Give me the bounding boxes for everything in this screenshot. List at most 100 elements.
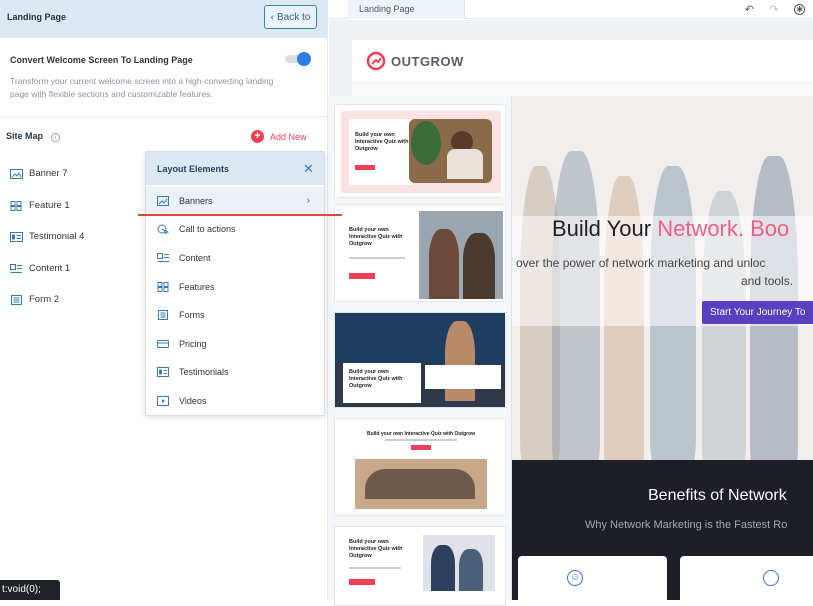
dropdown-item-pricing[interactable]: Pricing [146,330,324,358]
template-side-box [425,365,501,389]
benefit-card [680,556,813,606]
sitemap-item-label: Banner 7 [29,168,68,179]
cursor-click-icon [157,224,169,234]
divider [0,116,328,117]
content-icon [157,253,169,262]
banner-template-card[interactable]: Build your own Interactive Quiz with Out… [334,204,506,302]
tab-label: Landing Page [359,4,415,14]
banner-template-card[interactable]: Build your own Interactive Quiz with Out… [334,418,506,516]
chevron-right-icon: › [306,195,310,206]
plus-icon: + [251,130,264,143]
dropdown-item-label: Pricing [179,339,207,349]
dropdown-item-label: Banners [179,196,213,206]
benefits-subtitle: Why Network Marketing is the Fastest Ro [585,519,788,531]
add-new-button[interactable]: + Add New [251,130,307,143]
sitemap-item-label: Content 1 [29,263,71,274]
sitemap-item-label: Testimonial 4 [29,231,85,242]
dropdown-item-label: Content [179,253,211,263]
dropdown-item-features[interactable]: Features [146,273,324,301]
template-photo [355,459,487,509]
testimonial-icon [157,367,169,377]
pricing-card-icon [157,340,169,348]
hero-title-part: Build Your [552,216,658,241]
photo-person [463,233,495,299]
sitemap-item-label: Form 2 [29,294,60,305]
redo-icon[interactable]: ↷ [769,3,778,16]
banner-template-card[interactable]: Build your own Interactive Quiz with Out… [334,312,506,408]
template-button [355,165,375,170]
template-photo [423,535,495,591]
back-button[interactable]: ‹ Back to [264,5,317,29]
sitemap-label: Site Map [6,131,44,141]
video-icon [157,396,169,406]
hero-title: Build Your Network. Boo [552,216,789,242]
hero-subtitle: over the power of network marketing and … [516,256,766,270]
photo-group [365,469,475,499]
info-icon[interactable]: i [51,133,60,142]
undo-icon[interactable]: ↶ [745,3,754,16]
chevron-left-icon: ‹ [270,11,274,23]
drop-indicator-line [138,214,342,216]
dropdown-title: Layout Elements [157,164,230,174]
dropdown-item-content[interactable]: Content [146,244,324,272]
template-button [411,445,431,450]
back-button-label: Back to [276,11,311,23]
template-button [349,579,375,585]
banner-template-card[interactable]: Build your own Interactive Quiz with Out… [334,104,506,198]
hero-subtitle-line2: and tools. [741,274,794,288]
convert-description: Transform your current welcome screen in… [10,76,274,99]
template-text-line [385,439,457,441]
sitemap-item-banner[interactable]: Banner 7 [10,168,68,179]
smile-icon: ☺ [567,570,583,586]
form-icon [158,310,168,320]
hero-title-highlight: Network. Boo [657,216,790,241]
dropdown-item-label: Videos [179,396,207,406]
template-heading: Build your own Interactive Quiz with Out… [349,369,403,389]
content-icon [10,263,22,273]
panel-title: Landing Page [7,12,67,22]
add-new-label: Add New [270,131,307,142]
benefit-card: ☺ [518,556,667,606]
accessibility-icon[interactable]: ✱ [794,4,806,15]
dropdown-item-call-to-actions[interactable]: Call to actions [146,215,324,243]
convert-toggle[interactable] [285,52,311,66]
benefits-title: Benefits of Network [648,487,787,504]
hero-cta-button[interactable]: Start Your Journey To [702,301,813,324]
template-text-line [349,257,405,259]
status-tooltip: t:void(0); [0,580,60,600]
layout-elements-dropdown: Layout Elements ✕ Banners › Call to acti… [145,151,325,416]
toggle-knob [297,52,311,66]
toolbar-actions: ↶ ↷ ✱ [737,0,813,19]
convert-title: Convert Welcome Screen To Landing Page [10,55,193,65]
template-heading: Build your own Interactive Quiz with Out… [355,132,409,152]
sitemap-item-form[interactable]: Form 2 [10,294,59,305]
dropdown-item-banners[interactable]: Banners › [146,187,324,215]
template-heading: Build your own Interactive Quiz with Out… [349,227,403,247]
dropdown-item-testimonials[interactable]: Testimonials [146,358,324,386]
sitemap-item-label: Feature 1 [29,200,70,211]
template-heading: Build your own Interactive Quiz with Out… [366,431,476,437]
form-icon [11,294,22,305]
sitemap-item-content[interactable]: Content 1 [10,263,70,274]
photo-person [429,229,459,299]
template-heading: Build your own Interactive Quiz with Out… [349,539,403,559]
feature-grid-icon [157,282,169,292]
dropdown-item-forms[interactable]: Forms [146,301,324,329]
banner-icon [10,168,23,179]
dropdown-item-videos[interactable]: Videos [146,387,324,415]
globe-icon [763,570,779,586]
template-text-line [349,567,401,569]
testimonial-icon [10,231,23,242]
sitemap-item-feature[interactable]: Feature 1 [10,200,70,211]
dropdown-item-label: Testimonials [179,367,229,377]
photo-person [445,321,475,401]
image-icon [157,196,169,206]
template-button [349,273,375,279]
banner-templates-panel: Build your own Interactive Quiz with Out… [328,96,512,606]
close-icon[interactable]: ✕ [303,161,314,177]
banner-template-card[interactable]: Build your own Interactive Quiz with Out… [334,526,506,606]
photo-person-body [447,149,483,179]
template-photo [409,119,492,183]
dropdown-item-label: Call to actions [179,224,236,234]
sitemap-item-testimonial[interactable]: Testimonial 4 [10,231,84,242]
